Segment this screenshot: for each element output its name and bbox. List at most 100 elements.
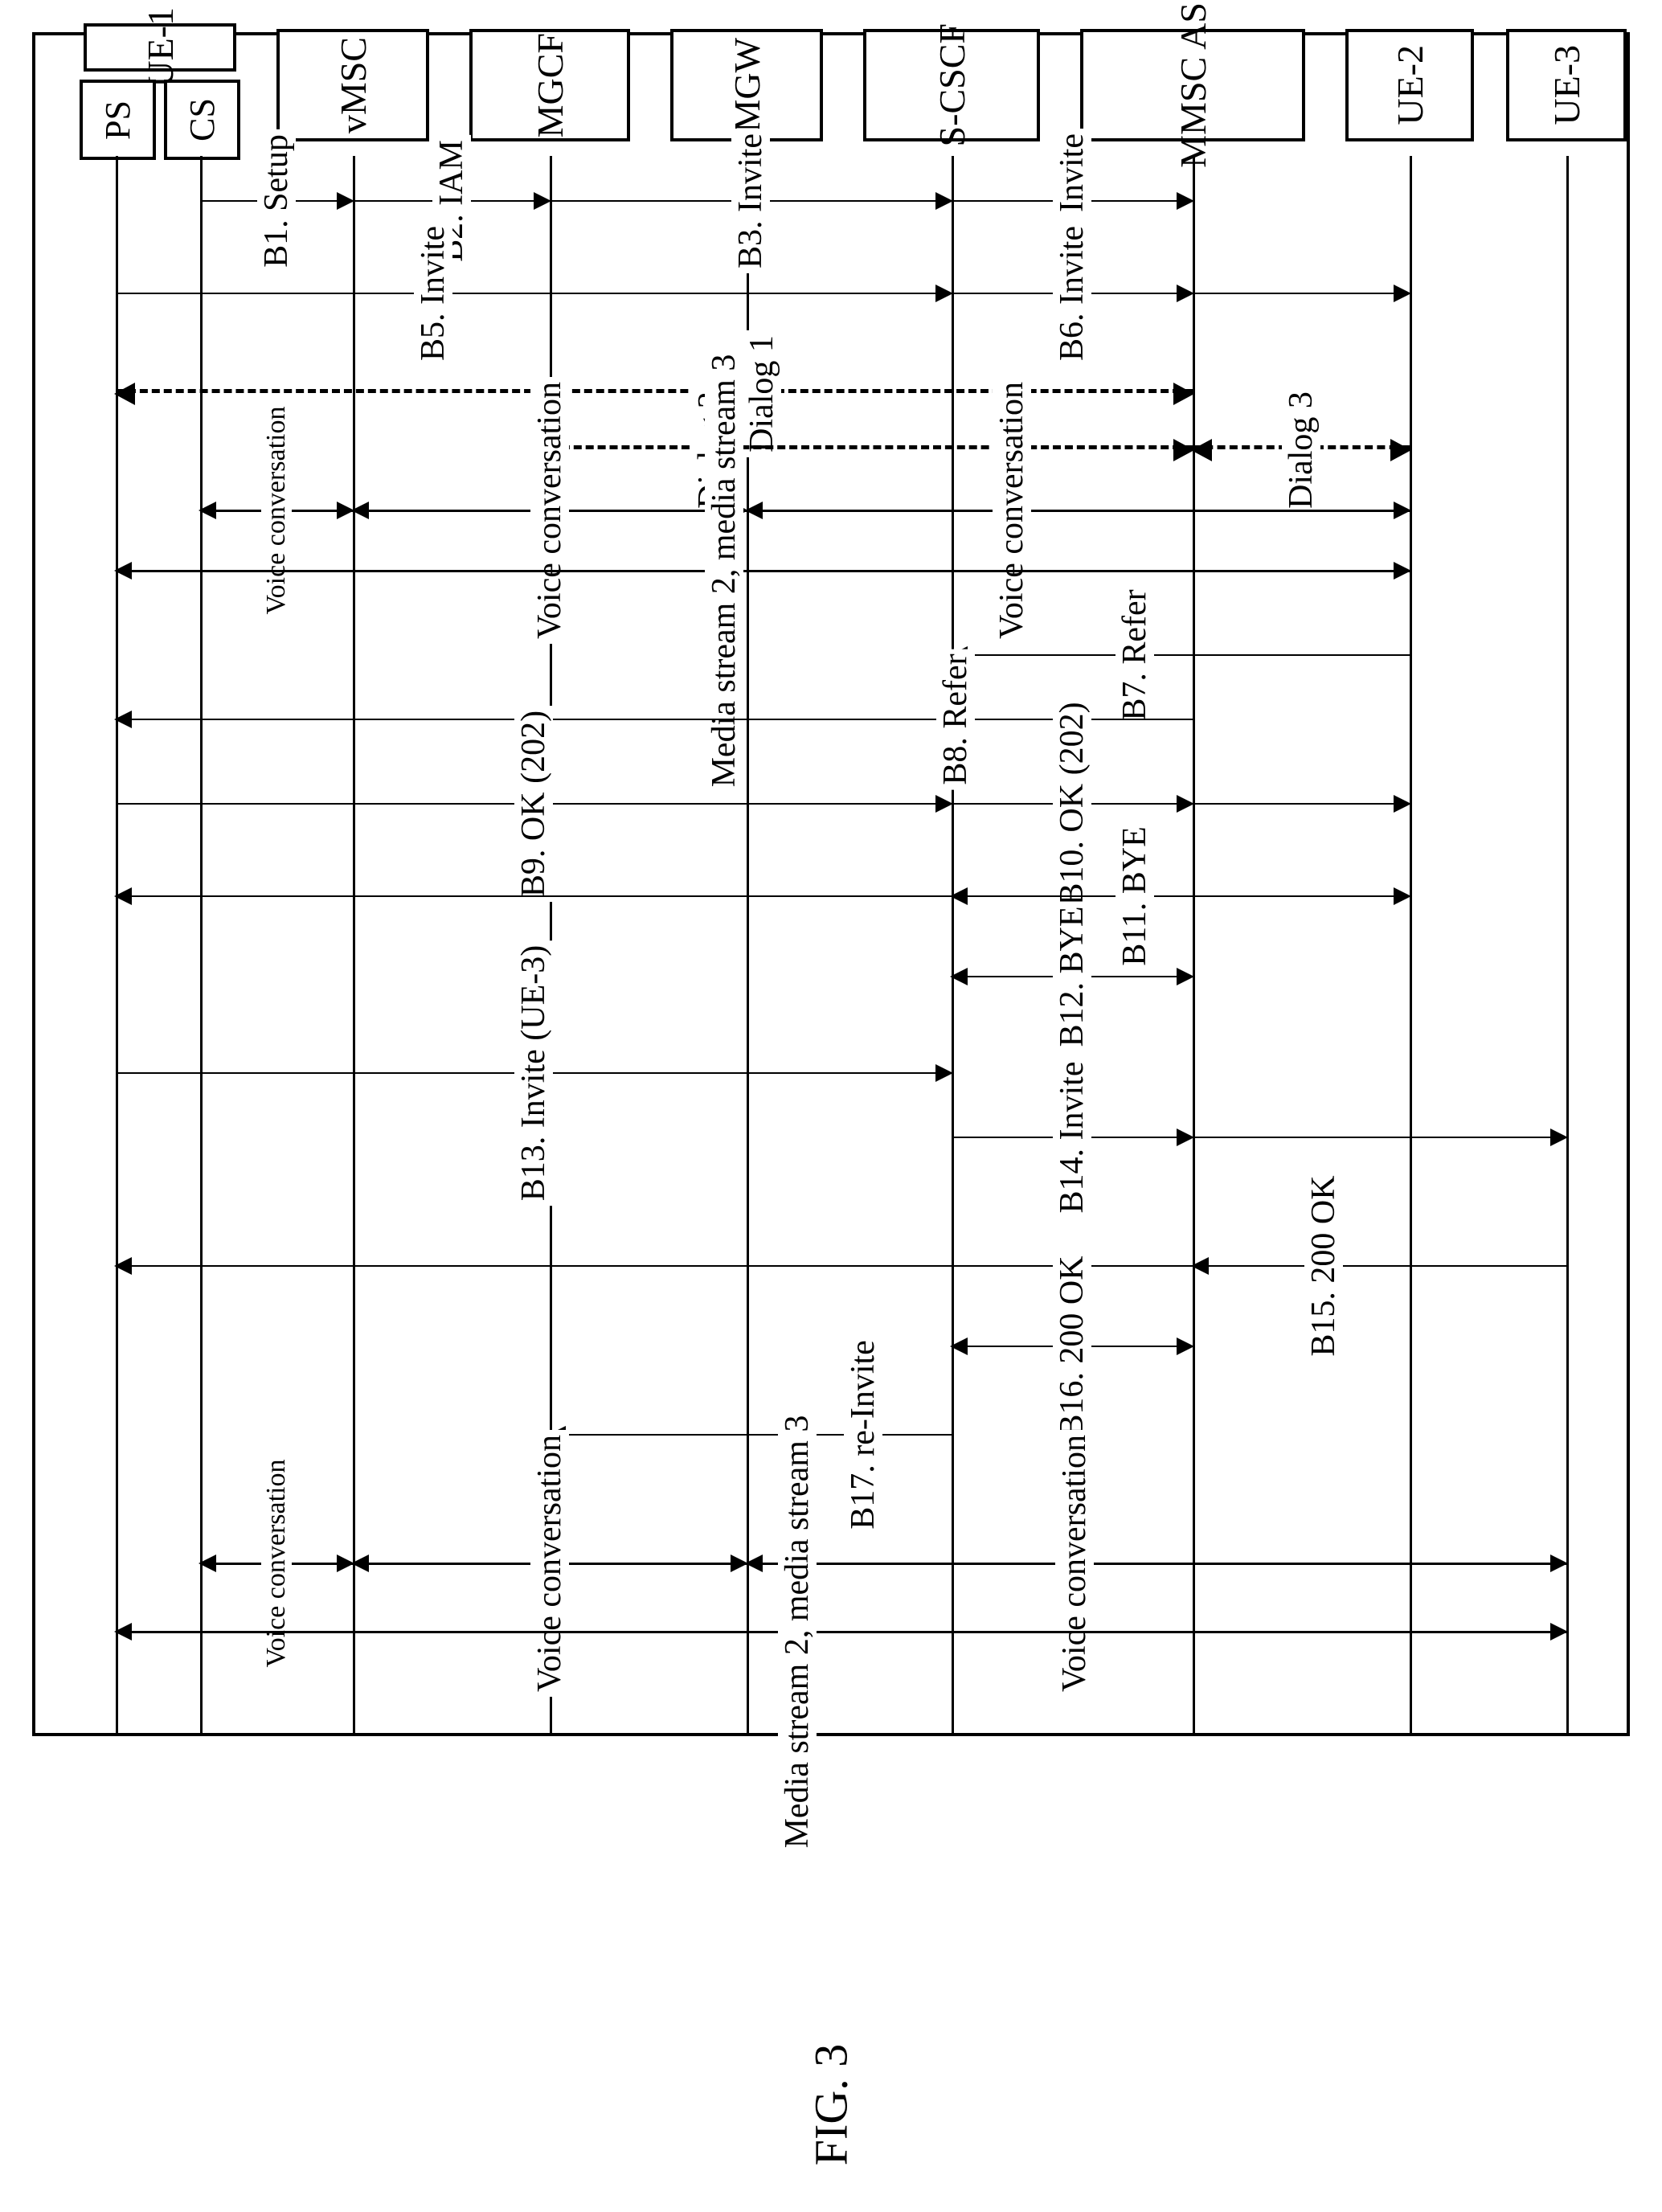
arrow-right-icon [1550, 1623, 1568, 1641]
msg-voice1c: Voice conversation [747, 510, 1410, 512]
msg-voice2a: Voice conversation [200, 1563, 353, 1565]
msg-b14-label: B14. Invite [1053, 1057, 1091, 1219]
arrow-right-icon [1177, 192, 1194, 210]
msg-b11: B11. BYE [952, 895, 1410, 897]
participant-ue1: UE-1 [84, 23, 236, 72]
msg-dialog2: Dialog 2 [550, 445, 1193, 449]
participant-scscf: S-CSCF [863, 29, 1040, 141]
participant-mmsc-as: MMSC AS [1080, 29, 1305, 141]
msg-b8-label: B8. Refer [936, 649, 975, 789]
msg-voice2b-label: Voice conversation [530, 1430, 569, 1697]
msg-b15-label: B15. 200 OK [1304, 1170, 1343, 1361]
msg-voice1b-label: Voice conversation [530, 377, 569, 644]
arrow-right-icon [1550, 1555, 1568, 1572]
arrow-left-icon [199, 1555, 216, 1572]
arrow-right-icon [935, 795, 953, 813]
arrow-right-icon [1394, 285, 1411, 302]
msg-b1-label: B1. Setup [257, 129, 296, 272]
arrow-left-icon [745, 502, 763, 519]
msg-b4: B4. Invite [952, 200, 1193, 202]
msg-b13: B13. Invite (UE-3) [116, 1072, 952, 1074]
link-b10-ext [1193, 803, 1410, 805]
arrow-left-icon [114, 383, 135, 405]
participant-mgcf: MGCF [469, 29, 630, 141]
arrow-right-icon [1394, 562, 1411, 580]
msg-voice1c-label: Voice conversation [993, 377, 1031, 644]
participant-mgw-label: MGW [726, 38, 768, 133]
arrow-right-icon [1550, 1129, 1568, 1146]
msg-voice1a-label: Voice conversation [261, 401, 292, 619]
arrow-right-icon [1173, 383, 1194, 405]
arrow-right-icon [1177, 795, 1194, 813]
participant-scscf-label: S-CSCF [931, 23, 973, 146]
arrow-left-icon [114, 1257, 132, 1275]
arrow-left-icon [950, 887, 968, 905]
lifeline-ue3 [1566, 156, 1569, 1733]
link-mmsc-ue2 [1193, 293, 1410, 294]
figure-caption: FIG. 3 [804, 2044, 858, 2165]
participant-ue1-cs: CS [164, 80, 240, 160]
arrow-right-icon [1394, 887, 1411, 905]
arrow-left-icon [114, 1623, 132, 1641]
arrow-left-icon [114, 711, 132, 728]
arrow-right-icon [1177, 1129, 1194, 1146]
msg-b9: B9. OK (202) [116, 803, 952, 805]
msg-b17-label: B17. re-Invite [844, 1335, 882, 1534]
msg-b5: B5. Invite [116, 293, 952, 294]
msg-b5-label: B5. Invite [414, 221, 452, 366]
arrow-left-icon [351, 502, 369, 519]
msg-dialog3: Dialog 3 [1193, 445, 1410, 449]
arrow-left-icon [745, 1555, 763, 1572]
msg-b8: B8. Refer [116, 719, 1193, 720]
msg-voice2c-label: Voice conversation [1055, 1430, 1094, 1697]
arrow-right-icon [1394, 502, 1411, 519]
msg-b6-label: B6. Invite [1053, 221, 1091, 366]
participant-ue3-label: UE-3 [1545, 45, 1588, 125]
msg-b6: B6. Invite [952, 293, 1193, 294]
msg-b9-label: B9. OK (202) [514, 706, 553, 902]
arrow-right-icon [1390, 439, 1411, 461]
msg-b15: B15. 200 OK [1193, 1265, 1566, 1267]
msg-b2: B2. IAM [353, 200, 550, 202]
link-b14-ue3 [1193, 1137, 1566, 1138]
arrow-right-icon [534, 192, 551, 210]
arrow-right-icon [1394, 795, 1411, 813]
arrow-right-icon [935, 1064, 953, 1082]
participant-mmsc-as-label: MMSC AS [1172, 2, 1214, 168]
link-b15-ps [116, 1265, 1193, 1267]
msg-b7-label: B7. Refer [1116, 584, 1154, 725]
participant-ue1-cs-label: CS [182, 98, 223, 141]
participant-ue3: UE-3 [1506, 29, 1627, 141]
msg-b12-label: B12. BYE [1053, 901, 1091, 1051]
arrow-left-icon [1191, 439, 1212, 461]
participant-ue1-ps-label: PS [97, 100, 138, 140]
participant-mgw: MGW [670, 29, 823, 141]
arrow-left-icon [114, 562, 132, 580]
arrow-right-icon [935, 192, 953, 210]
msg-media23a: Media stream 2, media stream 3 [116, 570, 1410, 572]
arrow-right-icon [1177, 968, 1194, 985]
participant-ue1-label: UE-1 [139, 7, 182, 88]
arrow-left-icon [351, 1555, 369, 1572]
arrow-left-icon [1191, 1257, 1209, 1275]
msg-b10-label: B10. OK (202) [1053, 697, 1091, 910]
participant-ue2: UE-2 [1345, 29, 1474, 141]
arrow-left-icon [114, 887, 132, 905]
participant-vmsc: vMSC [276, 29, 429, 141]
msg-b17: B17. re-Invite [550, 1434, 952, 1436]
msg-b11-label: B11. BYE [1116, 821, 1154, 970]
participant-mgcf-label: MGCF [529, 33, 571, 137]
msg-b3: B3. Invite [550, 200, 952, 202]
msg-voice1b: Voice conversation [353, 510, 747, 512]
msg-b10: B10. OK (202) [952, 803, 1193, 805]
msg-b14: B14. Invite [952, 1137, 1193, 1138]
participant-ue1-ps: PS [80, 80, 156, 160]
arrow-right-icon [935, 285, 953, 302]
sequence-diagram: UE-1 PS CS vMSC MGCF MGW S-CSCF MMSC AS … [32, 32, 1630, 1736]
link-b11-ps [116, 895, 952, 897]
msg-dialog3-label: Dialog 3 [1282, 387, 1320, 514]
participant-ue2-label: UE-2 [1389, 45, 1431, 125]
msg-voice2a-label: Voice conversation [261, 1454, 292, 1672]
msg-voice2b: Voice conversation [353, 1563, 747, 1565]
msg-b1: B1. Setup [200, 200, 353, 202]
